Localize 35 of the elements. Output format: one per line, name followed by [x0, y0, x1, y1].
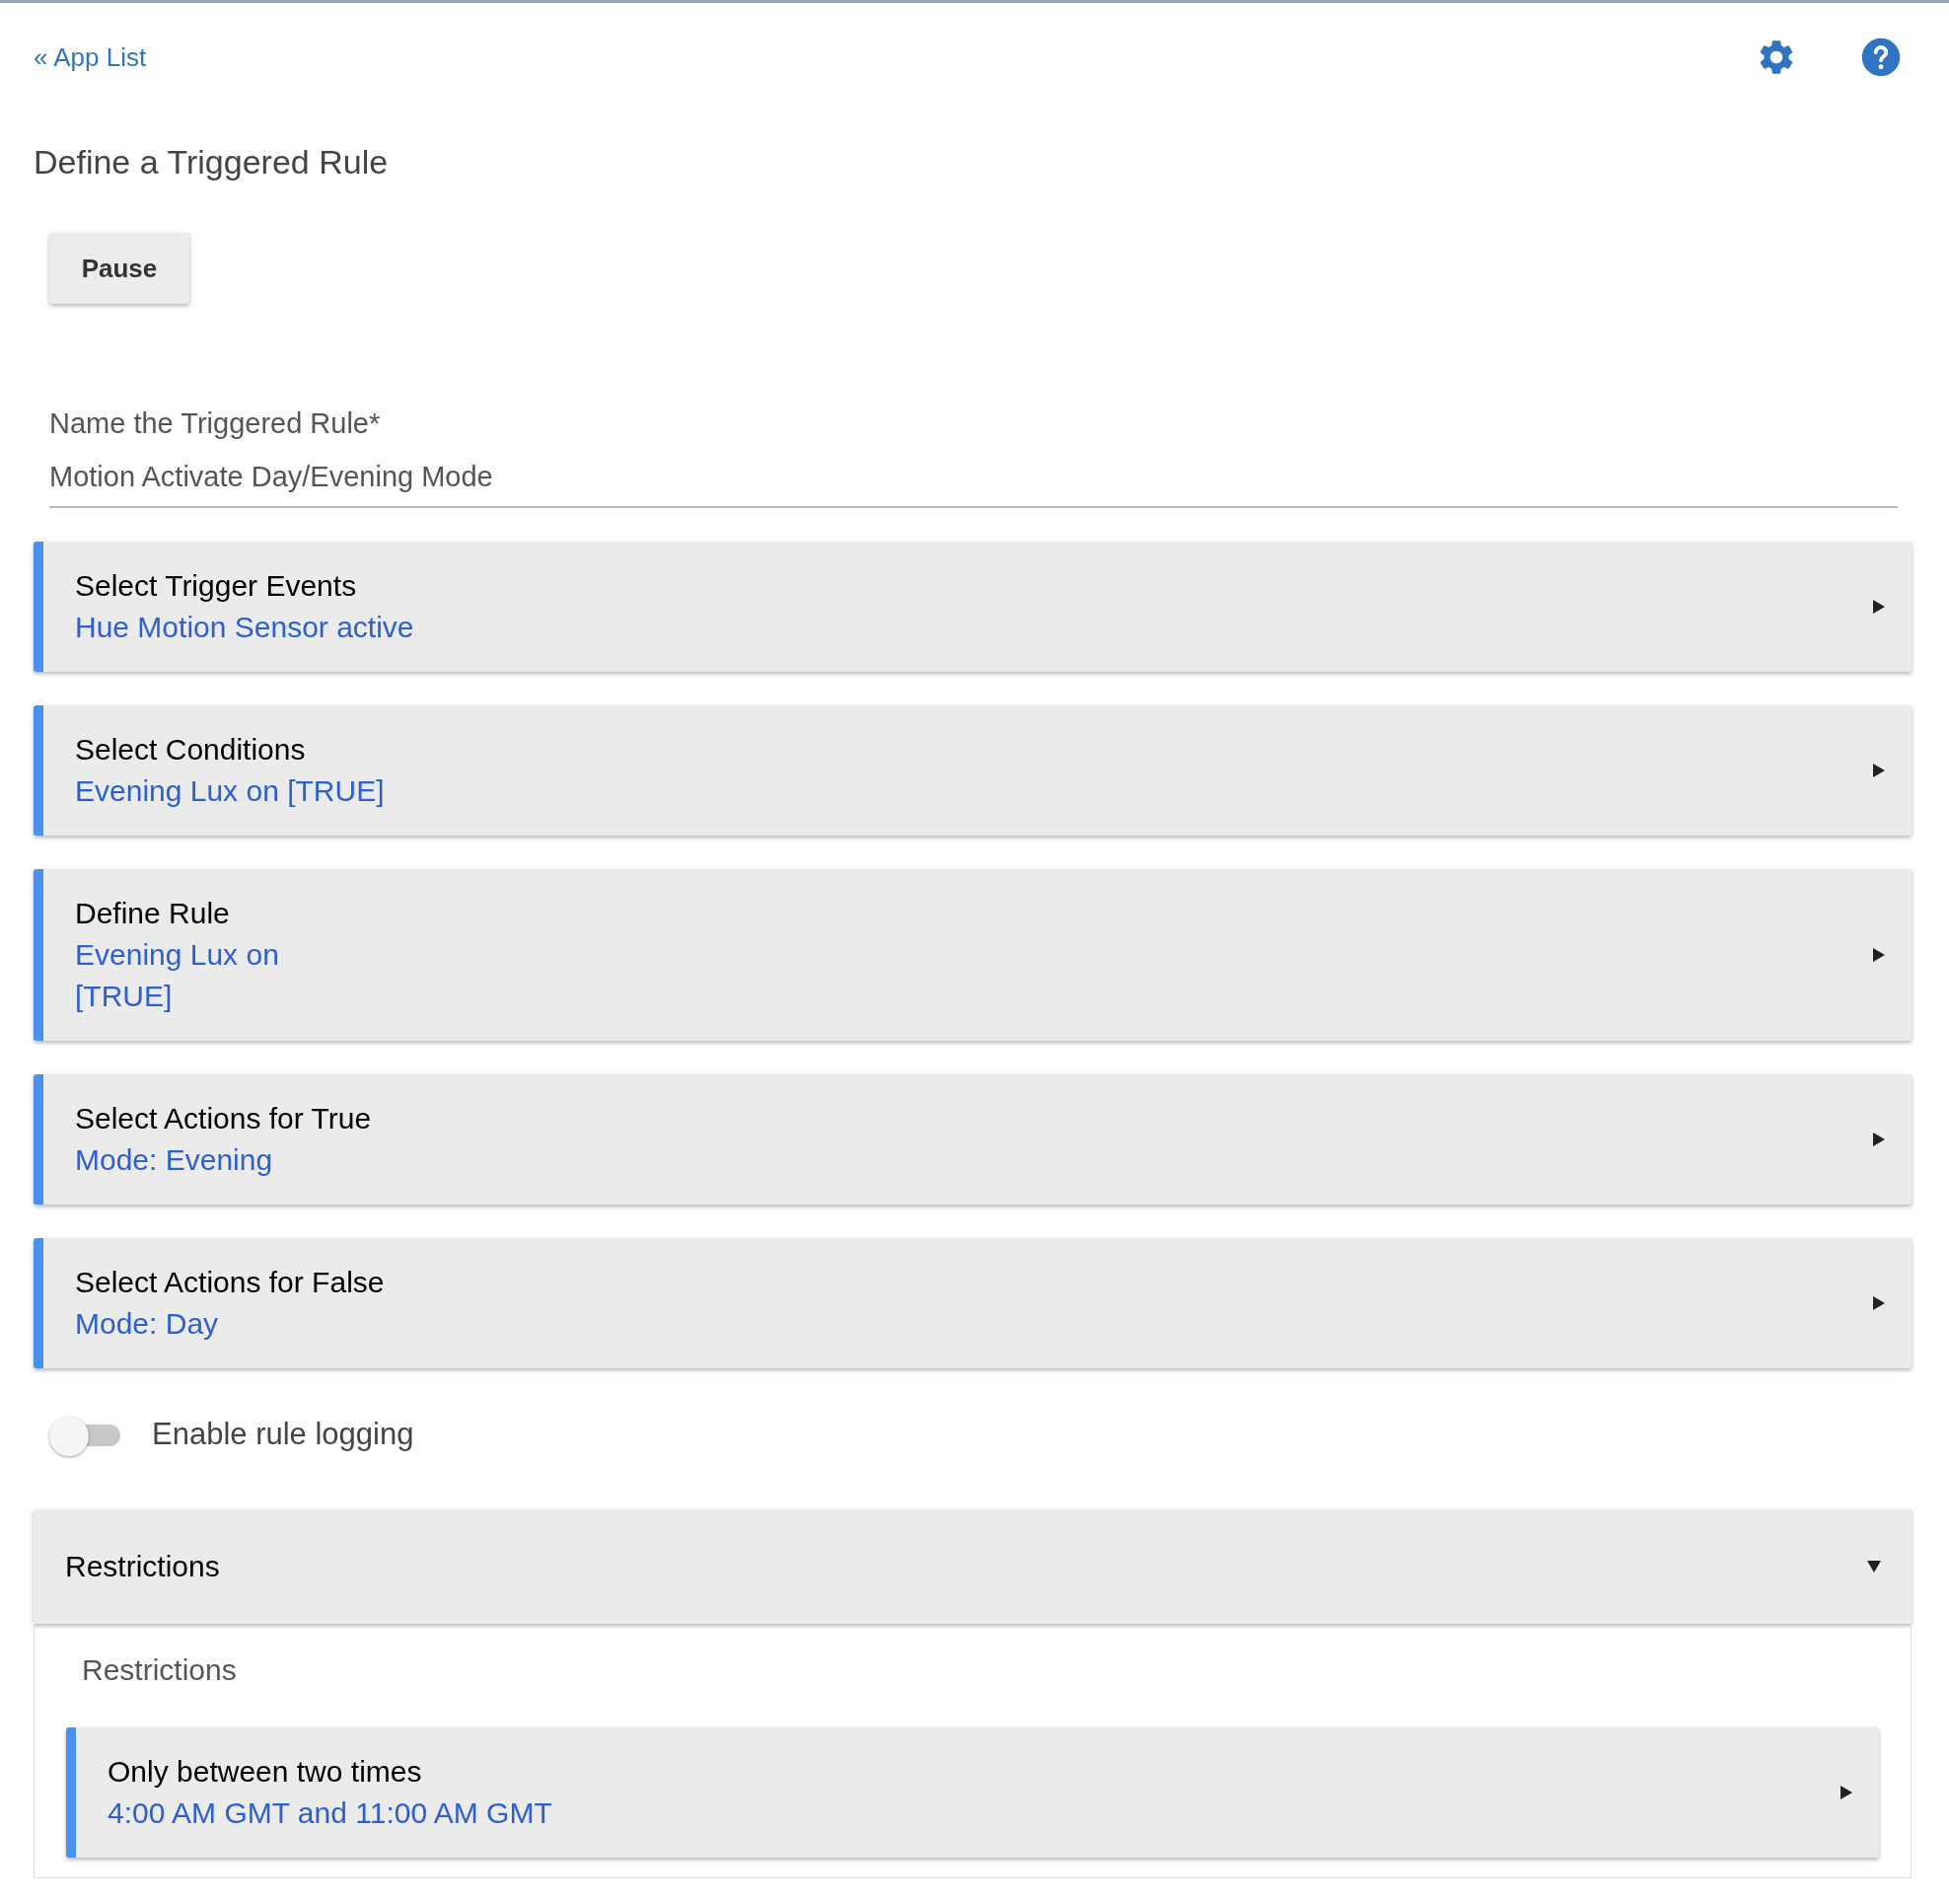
section-summary: Hue Motion Sensor active [75, 610, 414, 645]
back-link[interactable]: « App List [34, 37, 147, 77]
section-card[interactable]: Select Actions for True Mode: Evening [34, 1074, 1912, 1205]
toggle-label: Enable rule logging [152, 1416, 414, 1453]
section-summary: 4:00 AM GMT and 11:00 AM GMT [108, 1794, 552, 1831]
section-title: Select Conditions [75, 732, 307, 768]
panel-heading: Restrictions [82, 1651, 238, 1688]
section-card[interactable]: Select Trigger Events Hue Motion Sensor active [34, 542, 1912, 672]
section-card[interactable]: Select Actions for False Mode: Day [34, 1238, 1912, 1368]
section-card[interactable]: Define Rule Evening Lux on [TRUE] [34, 869, 1912, 1041]
section-card[interactable]: Only between two times 4:00 AM GMT and 11:00 AM GMT [66, 1726, 1879, 1858]
field-label: Name the Triggered Rule* [49, 406, 382, 441]
help-icon[interactable] [1860, 37, 1902, 78]
section-summary: Mode: Day [75, 1306, 220, 1342]
section-summary: Evening Lux on [TRUE] [75, 937, 279, 1014]
section-title: Only between two times [108, 1753, 423, 1790]
name-field[interactable]: Motion Activate Day/Evening Mode [49, 455, 1898, 508]
section-title: Select Trigger Events [75, 568, 358, 604]
restrictions-header[interactable]: Restrictions [34, 1508, 1912, 1624]
caret-icon [1872, 947, 1886, 963]
section-title: Define Rule [75, 896, 231, 931]
section-card[interactable]: Select Conditions Evening Lux on [TRUE] [34, 705, 1912, 836]
toggle-switch[interactable] [49, 1415, 120, 1455]
caret-icon [1872, 763, 1886, 778]
pause-button[interactable]: Pause [49, 233, 189, 304]
section-summary: Mode: Evening [75, 1142, 274, 1178]
section-title: Select Actions for False [75, 1265, 385, 1300]
section-summary: Evening Lux on [TRUE] [75, 773, 385, 809]
caret-icon [1872, 599, 1886, 615]
page-title: Define a Triggered Rule [34, 142, 390, 183]
caret-icon [1840, 1784, 1853, 1800]
caret-icon [1872, 1295, 1886, 1311]
caret-icon [1872, 1132, 1886, 1147]
caret-icon [1866, 1559, 1882, 1574]
section-title: Select Actions for True [75, 1101, 372, 1136]
